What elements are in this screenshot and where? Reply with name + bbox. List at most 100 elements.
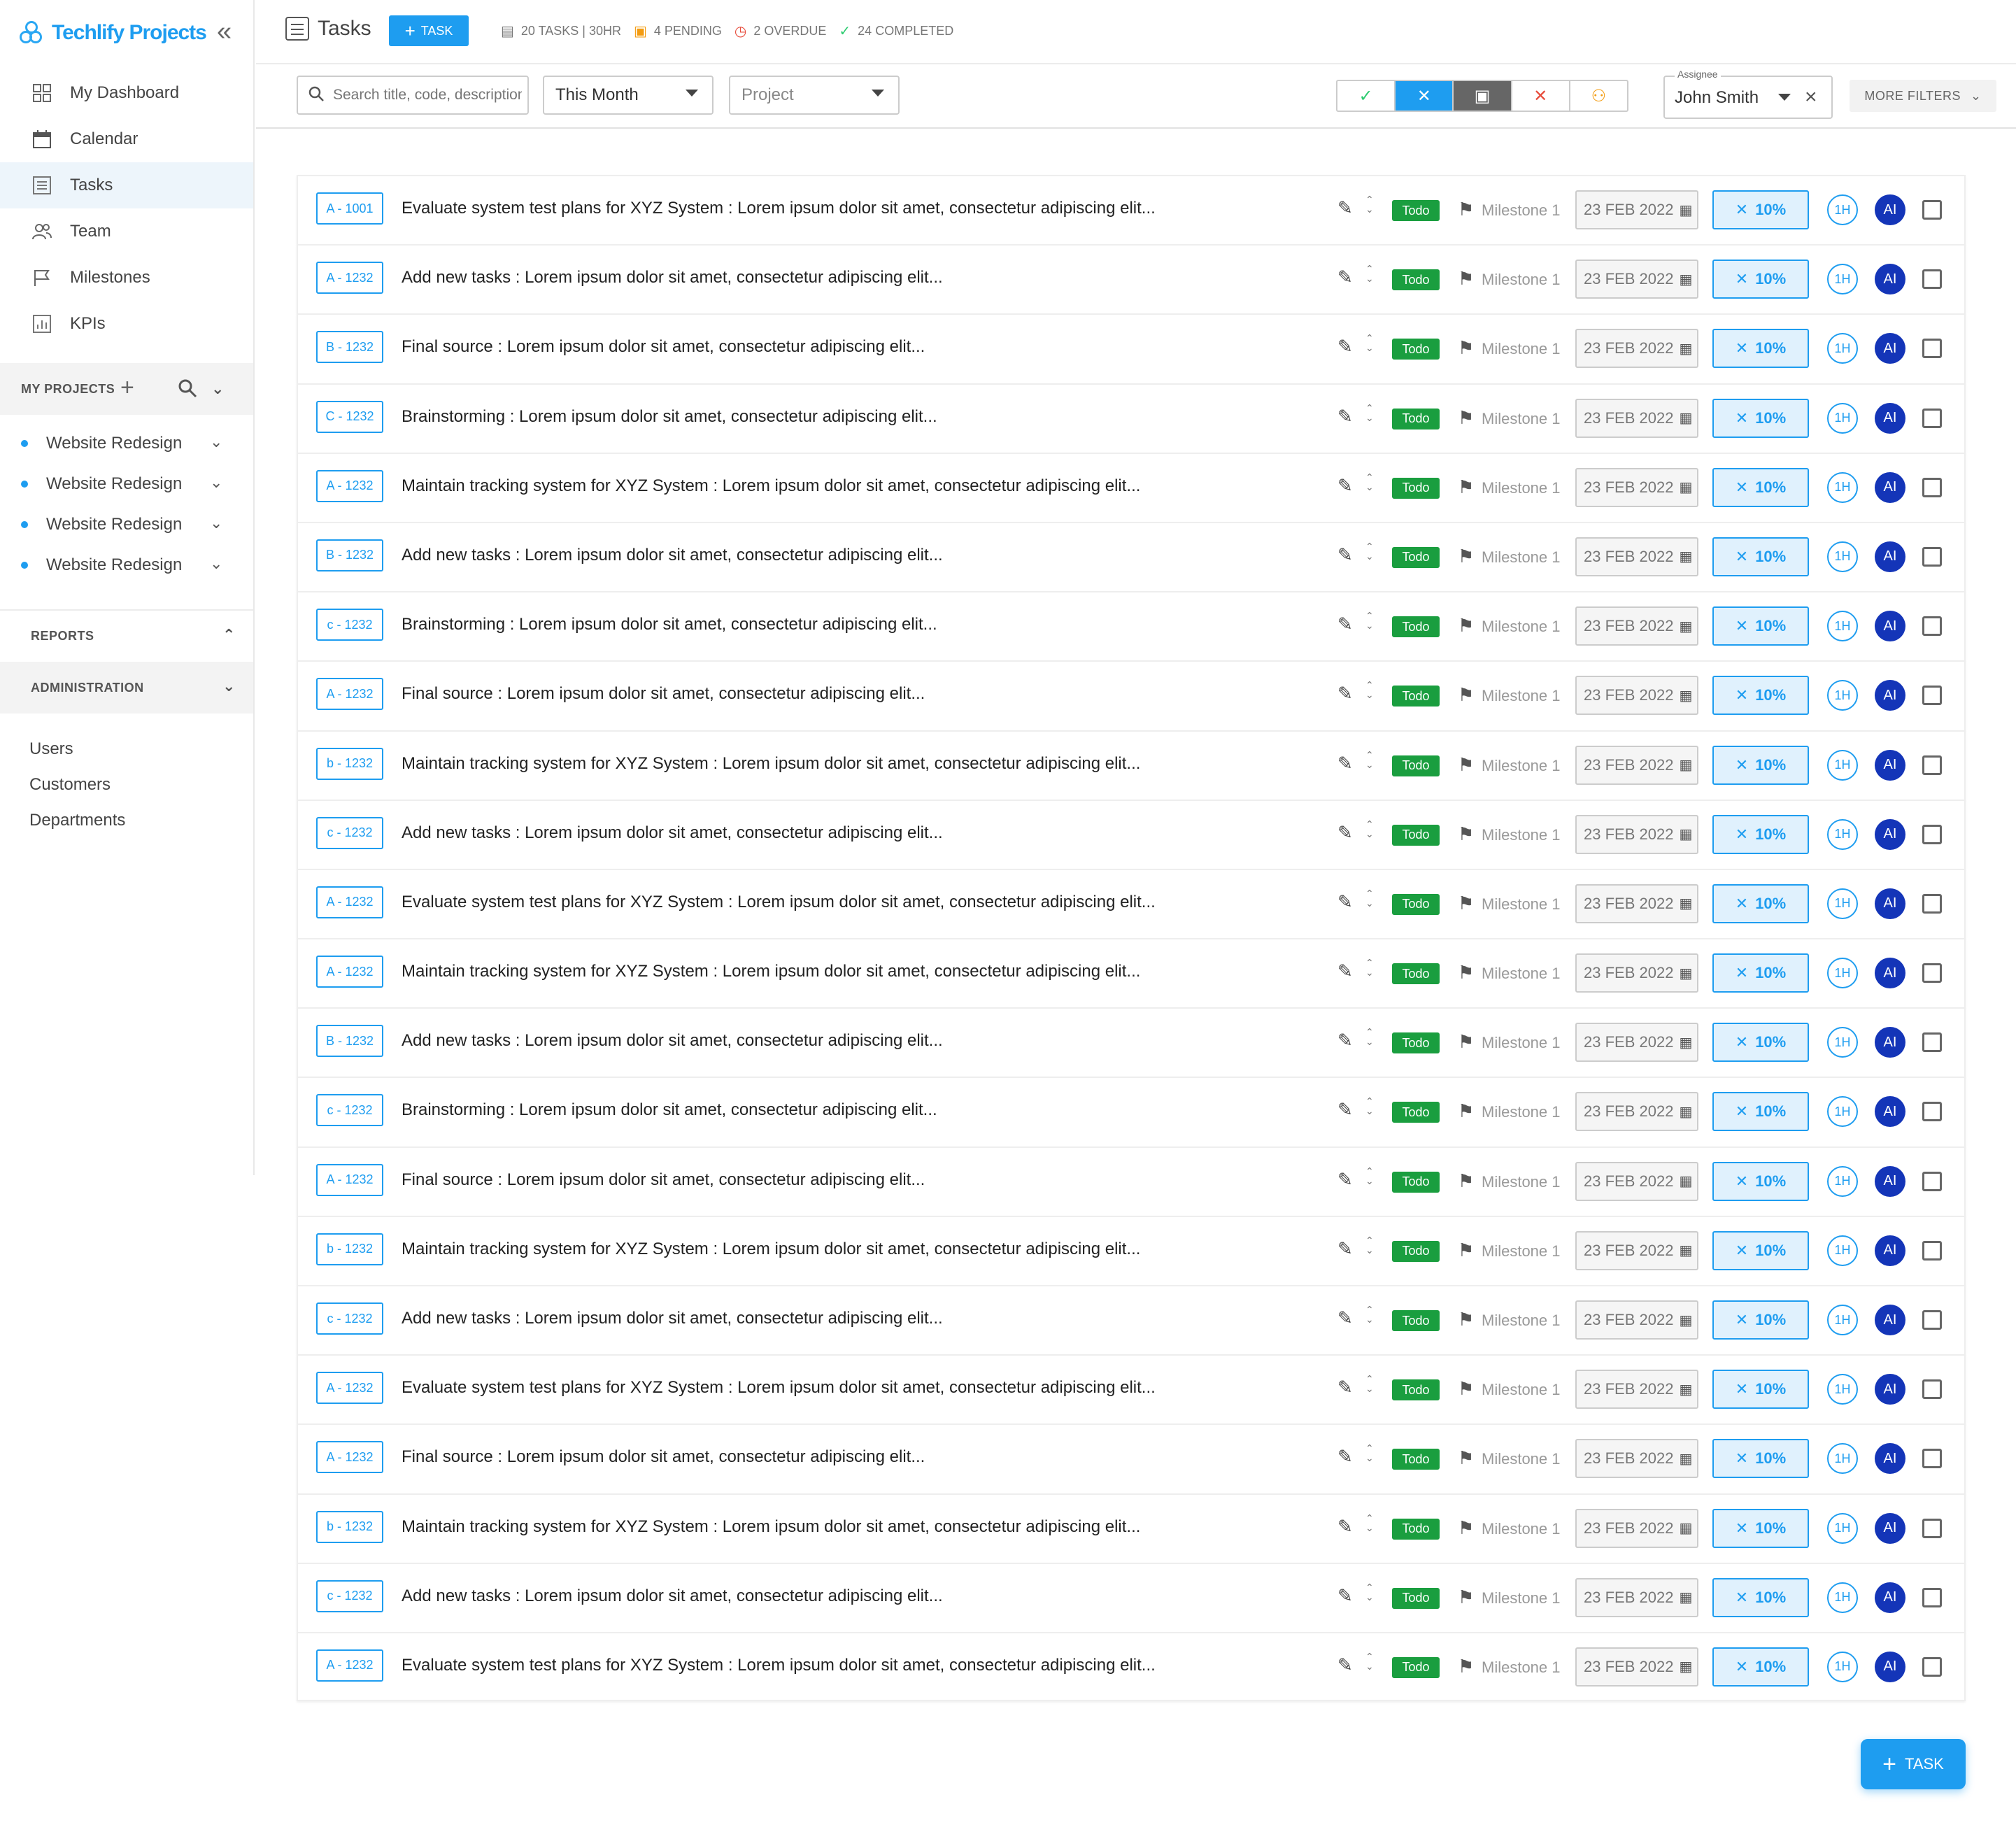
hours-estimate[interactable]: 1H (1827, 194, 1858, 225)
edit-pencil-icon[interactable]: ✎ (1337, 1169, 1353, 1191)
due-date-field[interactable]: 23 FEB 2022 ▦ (1575, 467, 1698, 507)
avatar[interactable]: AI (1875, 402, 1905, 434)
avatar[interactable]: AI (1875, 611, 1905, 642)
task-code[interactable]: b - 1232 (316, 747, 383, 780)
reorder-icon[interactable]: ⌃ ⌄ (1365, 888, 1374, 908)
task-checkbox[interactable] (1922, 1379, 1942, 1400)
hours-estimate[interactable]: 1H (1827, 541, 1858, 572)
reorder-icon[interactable]: ⌃ ⌄ (1365, 1513, 1374, 1533)
task-checkbox[interactable] (1922, 339, 1942, 359)
nav-item-dashboard[interactable]: My Dashboard (0, 70, 253, 116)
task-code[interactable]: c - 1232 (316, 609, 383, 641)
task-checkbox[interactable] (1922, 1240, 1942, 1261)
due-date-field[interactable]: 23 FEB 2022 ▦ (1575, 1439, 1698, 1479)
status-badge[interactable]: Todo (1392, 686, 1440, 707)
due-date-field[interactable]: 23 FEB 2022 ▦ (1575, 260, 1698, 299)
reorder-icon[interactable]: ⌃ ⌄ (1365, 958, 1374, 977)
avatar[interactable]: AI (1875, 541, 1905, 572)
task-title[interactable]: Add new tasks : Lorem ipsum dolor sit am… (402, 546, 943, 565)
avatar[interactable]: AI (1875, 1651, 1905, 1682)
avatar[interactable]: AI (1875, 264, 1905, 295)
chevron-down-icon[interactable]: ⌄ (210, 433, 222, 451)
due-date-field[interactable]: 23 FEB 2022 ▦ (1575, 1577, 1698, 1617)
status-badge[interactable]: Todo (1392, 1032, 1440, 1054)
task-code[interactable]: b - 1232 (316, 1510, 383, 1543)
task-checkbox[interactable] (1922, 824, 1942, 844)
due-date-field[interactable]: 23 FEB 2022 ▦ (1575, 1092, 1698, 1132)
task-code[interactable]: A - 1232 (316, 886, 383, 918)
task-checkbox[interactable] (1922, 1587, 1942, 1607)
task-checkbox[interactable] (1922, 893, 1942, 914)
task-row[interactable]: A - 1232 Maintain tracking system for XY… (297, 938, 1966, 1008)
task-code[interactable]: A - 1232 (316, 956, 383, 988)
edit-pencil-icon[interactable]: ✎ (1337, 267, 1353, 288)
hours-estimate[interactable]: 1H (1827, 1096, 1858, 1128)
reorder-icon[interactable]: ⌃ ⌄ (1365, 819, 1374, 839)
reorder-icon[interactable]: ⌃ ⌄ (1365, 1096, 1374, 1116)
task-code[interactable]: c - 1232 (316, 816, 383, 849)
avatar[interactable]: AI (1875, 958, 1905, 989)
hours-estimate[interactable]: 1H (1827, 1305, 1858, 1335)
reorder-icon[interactable]: ⌃ ⌄ (1365, 1582, 1374, 1602)
task-milestone[interactable]: Milestone 1 (1482, 548, 1561, 567)
task-code[interactable]: B - 1232 (316, 539, 383, 571)
task-code[interactable]: B - 1232 (316, 1025, 383, 1058)
task-title[interactable]: Maintain tracking system for XYZ System … (402, 754, 1140, 774)
edit-pencil-icon[interactable]: ✎ (1337, 475, 1353, 497)
due-date-field[interactable]: 23 FEB 2022 ▦ (1575, 606, 1698, 646)
task-title[interactable]: Evaluate system test plans for XYZ Syste… (402, 1378, 1156, 1398)
task-milestone[interactable]: Milestone 1 (1482, 1589, 1561, 1607)
task-title[interactable]: Add new tasks : Lorem ipsum dolor sit am… (402, 268, 943, 287)
task-milestone[interactable]: Milestone 1 (1482, 410, 1561, 428)
status-badge[interactable]: Todo (1392, 1518, 1440, 1540)
status-badge[interactable]: Todo (1392, 546, 1440, 568)
task-row[interactable]: A - 1232 Final source : Lorem ipsum dolo… (297, 1423, 1966, 1493)
progress-button[interactable]: ✕ 10% (1712, 1023, 1809, 1063)
reorder-icon[interactable]: ⌃ ⌄ (1365, 541, 1374, 561)
due-date-field[interactable]: 23 FEB 2022 ▦ (1575, 329, 1698, 369)
progress-button[interactable]: ✕ 10% (1712, 1439, 1809, 1479)
avatar[interactable]: AI (1875, 1582, 1905, 1613)
clear-icon[interactable]: × (1805, 85, 1817, 109)
chevron-down-icon[interactable]: ⌄ (210, 474, 222, 492)
edit-pencil-icon[interactable]: ✎ (1337, 1446, 1353, 1468)
edit-pencil-icon[interactable]: ✎ (1337, 1585, 1353, 1607)
task-code[interactable]: b - 1232 (316, 1233, 383, 1265)
due-date-field[interactable]: 23 FEB 2022 ▦ (1575, 883, 1698, 923)
nav-item-kpis[interactable]: KPIs (0, 301, 253, 347)
task-title[interactable]: Brainstorming : Lorem ipsum dolor sit am… (402, 407, 937, 427)
task-row[interactable]: C - 1232 Brainstorming : Lorem ipsum dol… (297, 383, 1966, 453)
task-row[interactable]: A - 1001 Evaluate system test plans for … (297, 175, 1966, 245)
task-code[interactable]: A - 1232 (316, 262, 383, 294)
edit-pencil-icon[interactable]: ✎ (1337, 960, 1353, 982)
task-title[interactable]: Brainstorming : Lorem ipsum dolor sit am… (402, 1100, 937, 1120)
task-row[interactable]: c - 1232 Add new tasks : Lorem ipsum dol… (297, 799, 1966, 869)
task-checkbox[interactable] (1922, 269, 1942, 290)
status-badge[interactable]: Todo (1392, 1656, 1440, 1678)
progress-button[interactable]: ✕ 10% (1712, 260, 1809, 299)
project-item[interactable]: Website Redesign ⌄ (0, 545, 253, 585)
task-checkbox[interactable] (1922, 1310, 1942, 1330)
reorder-icon[interactable]: ⌃ ⌄ (1365, 1027, 1374, 1046)
avatar[interactable]: AI (1875, 1305, 1905, 1335)
hours-estimate[interactable]: 1H (1827, 1582, 1858, 1613)
task-title[interactable]: Evaluate system test plans for XYZ Syste… (402, 1656, 1156, 1675)
due-date-field[interactable]: 23 FEB 2022 ▦ (1575, 1023, 1698, 1063)
search-projects-icon[interactable] (178, 378, 197, 402)
brand[interactable]: Techlify Projects (20, 15, 207, 50)
edit-pencil-icon[interactable]: ✎ (1337, 753, 1353, 774)
task-milestone[interactable]: Milestone 1 (1482, 1659, 1561, 1677)
progress-button[interactable]: ✕ 10% (1712, 1508, 1809, 1548)
chevron-down-icon[interactable]: ⌄ (211, 380, 225, 398)
task-code[interactable]: C - 1232 (316, 400, 383, 433)
task-row[interactable]: B - 1232 Add new tasks : Lorem ipsum dol… (297, 521, 1966, 592)
chevron-down-icon[interactable]: ⌄ (222, 677, 236, 695)
status-badge[interactable]: Todo (1392, 339, 1440, 360)
nav-item-team[interactable]: Team (0, 208, 253, 255)
nav-item-tasks[interactable]: Tasks (0, 162, 253, 208)
hours-estimate[interactable]: 1H (1827, 1235, 1858, 1266)
reorder-icon[interactable]: ⌃ ⌄ (1365, 1443, 1374, 1463)
task-title[interactable]: Add new tasks : Lorem ipsum dolor sit am… (402, 1031, 943, 1051)
task-milestone[interactable]: Milestone 1 (1482, 965, 1561, 983)
task-title[interactable]: Maintain tracking system for XYZ System … (402, 476, 1140, 496)
